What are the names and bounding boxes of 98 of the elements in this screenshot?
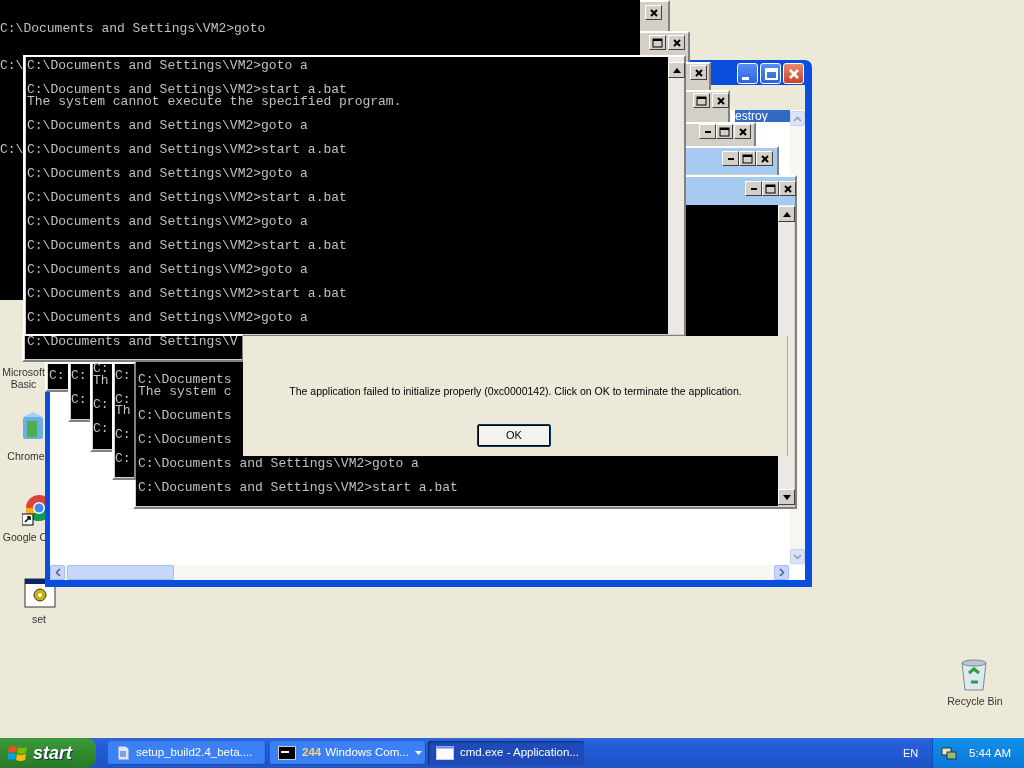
chevron-left-icon	[54, 568, 61, 577]
console-line: C:\Documents and Settings\VM2>goto a	[27, 168, 308, 180]
close-icon	[648, 7, 659, 18]
maximize-button[interactable]	[649, 35, 666, 50]
maximize-button[interactable]	[693, 93, 710, 108]
console-line: C:\Documents	[138, 434, 232, 446]
icon-label[interactable]: Chrome	[4, 450, 48, 462]
scroll-right-button[interactable]	[774, 565, 789, 580]
console-line: C:	[115, 394, 131, 406]
scroll-left-button[interactable]	[50, 565, 65, 580]
chevron-down-icon	[793, 553, 802, 560]
maximize-button[interactable]	[716, 124, 733, 139]
maximize-icon	[742, 153, 753, 164]
console-line: C:	[71, 394, 87, 406]
minimize-icon	[704, 130, 711, 133]
console-line: Th	[93, 375, 109, 387]
maximize-icon	[719, 126, 730, 137]
language-indicator[interactable]: EN	[903, 746, 919, 760]
console-line: C:\Documents and Settings\VM2>goto a	[138, 458, 419, 470]
taskbar-button[interactable]: setup_build2.4_beta....	[108, 741, 266, 765]
minimize-icon	[742, 77, 749, 80]
triangle-up-icon	[782, 211, 791, 217]
list-item[interactable]: estroy	[735, 110, 790, 122]
ok-button[interactable]: OK	[477, 424, 551, 447]
start-button[interactable]: start	[0, 738, 96, 768]
console-line: C:\Documents and Settings\VM2>goto a	[27, 312, 308, 324]
console-line: C:	[115, 429, 131, 441]
close-button[interactable]	[734, 124, 751, 139]
minimize-icon	[727, 157, 734, 160]
console-line: C:\Documents and Settings\VM2>goto a	[27, 216, 308, 228]
dialog-message: The application failed to initialize properly (0xc0000142). Click on OK to terminate the application.	[288, 384, 743, 398]
recycle-bin-icon	[958, 657, 990, 691]
close-icon	[693, 67, 704, 78]
console-line: The system c	[138, 386, 232, 398]
document-icon	[116, 745, 130, 761]
triangle-down-icon	[782, 494, 791, 500]
maximize-button[interactable]	[739, 151, 756, 166]
scroll-thumb[interactable]	[67, 565, 174, 580]
console-line: C:\Documents and Settings\VM2>goto a	[27, 120, 308, 132]
minimize-icon	[750, 187, 757, 190]
console-line: C:\Documents and Settings\VM2>start a.bat	[27, 240, 347, 252]
console-line: C:\Documents and Settings\VM2>start a.bat	[27, 288, 347, 300]
console-line: C:\	[0, 60, 24, 72]
close-icon	[671, 37, 682, 48]
taskbar-button[interactable]: 244 Windows Com...	[270, 741, 426, 765]
console-line: C:	[115, 453, 131, 465]
console-line: C:\Documents and Settings\VM2>start a.bat	[27, 192, 347, 204]
console-line: C:\Documents and Settings\VM2>goto a	[27, 264, 308, 276]
console-line: C:\	[0, 144, 24, 156]
flag-icon	[8, 744, 28, 762]
icon-label[interactable]: Microsoft Basic	[0, 366, 47, 390]
minimize-button[interactable]	[699, 124, 716, 139]
console-line: C:\Documents and Settings\VM2>goto	[0, 23, 266, 35]
console-line: The system cannot execute the specified program.	[27, 96, 402, 108]
close-icon	[737, 126, 748, 137]
maximize-icon	[765, 183, 776, 194]
console-line: C:	[93, 399, 109, 411]
close-icon	[786, 66, 801, 81]
close-button[interactable]	[668, 35, 685, 50]
close-icon	[782, 183, 793, 194]
minimize-button[interactable]	[745, 181, 762, 196]
maximize-icon	[696, 95, 707, 106]
icon-label[interactable]: set	[28, 613, 50, 625]
close-button[interactable]	[712, 93, 729, 108]
chevron-up-icon	[793, 115, 802, 122]
console-line: C:	[71, 370, 87, 382]
minimize-button[interactable]	[722, 151, 739, 166]
console-line: C:\Documents and Settings\VM2>start a.bat	[27, 144, 347, 156]
console-line: C:	[93, 423, 109, 435]
caret-icon	[414, 751, 422, 755]
close-button[interactable]	[779, 181, 796, 196]
console-line: C:	[49, 370, 65, 382]
console-line: C:\Documents and Settings\V	[27, 336, 238, 348]
console-line: C:\Documents	[138, 410, 232, 422]
close-icon	[759, 153, 770, 164]
console-line: C:\Documents and Settings\VM2>goto a	[27, 60, 308, 72]
console-line: C:	[93, 363, 109, 375]
taskbar-button[interactable]: cmd.exe - Application...	[428, 741, 584, 765]
clock: 5:44 AM	[969, 746, 1012, 760]
console-line: C:\Documents and Settings\VM2>start a.bat	[27, 84, 347, 96]
close-button[interactable]	[690, 65, 707, 80]
close-button[interactable]	[645, 5, 662, 20]
chevron-right-icon	[778, 568, 785, 577]
maximize-icon	[763, 66, 778, 81]
console-line: Th	[115, 405, 131, 417]
close-icon	[715, 95, 726, 106]
console-line: C:\Documents and Settings\VM2>start a.bat	[138, 482, 458, 494]
maximize-icon	[652, 37, 663, 48]
close-button[interactable]	[756, 151, 773, 166]
gear-window-icon	[24, 578, 56, 608]
console-line: C:\Documents	[138, 374, 232, 386]
console-icon	[278, 746, 296, 760]
network-icon	[941, 745, 957, 761]
icon-label[interactable]: Recycle Bin	[944, 695, 1006, 707]
window-icon	[436, 746, 454, 760]
console-line: C:	[115, 370, 131, 382]
triangle-up-icon	[672, 67, 681, 73]
maximize-button[interactable]	[762, 181, 779, 196]
